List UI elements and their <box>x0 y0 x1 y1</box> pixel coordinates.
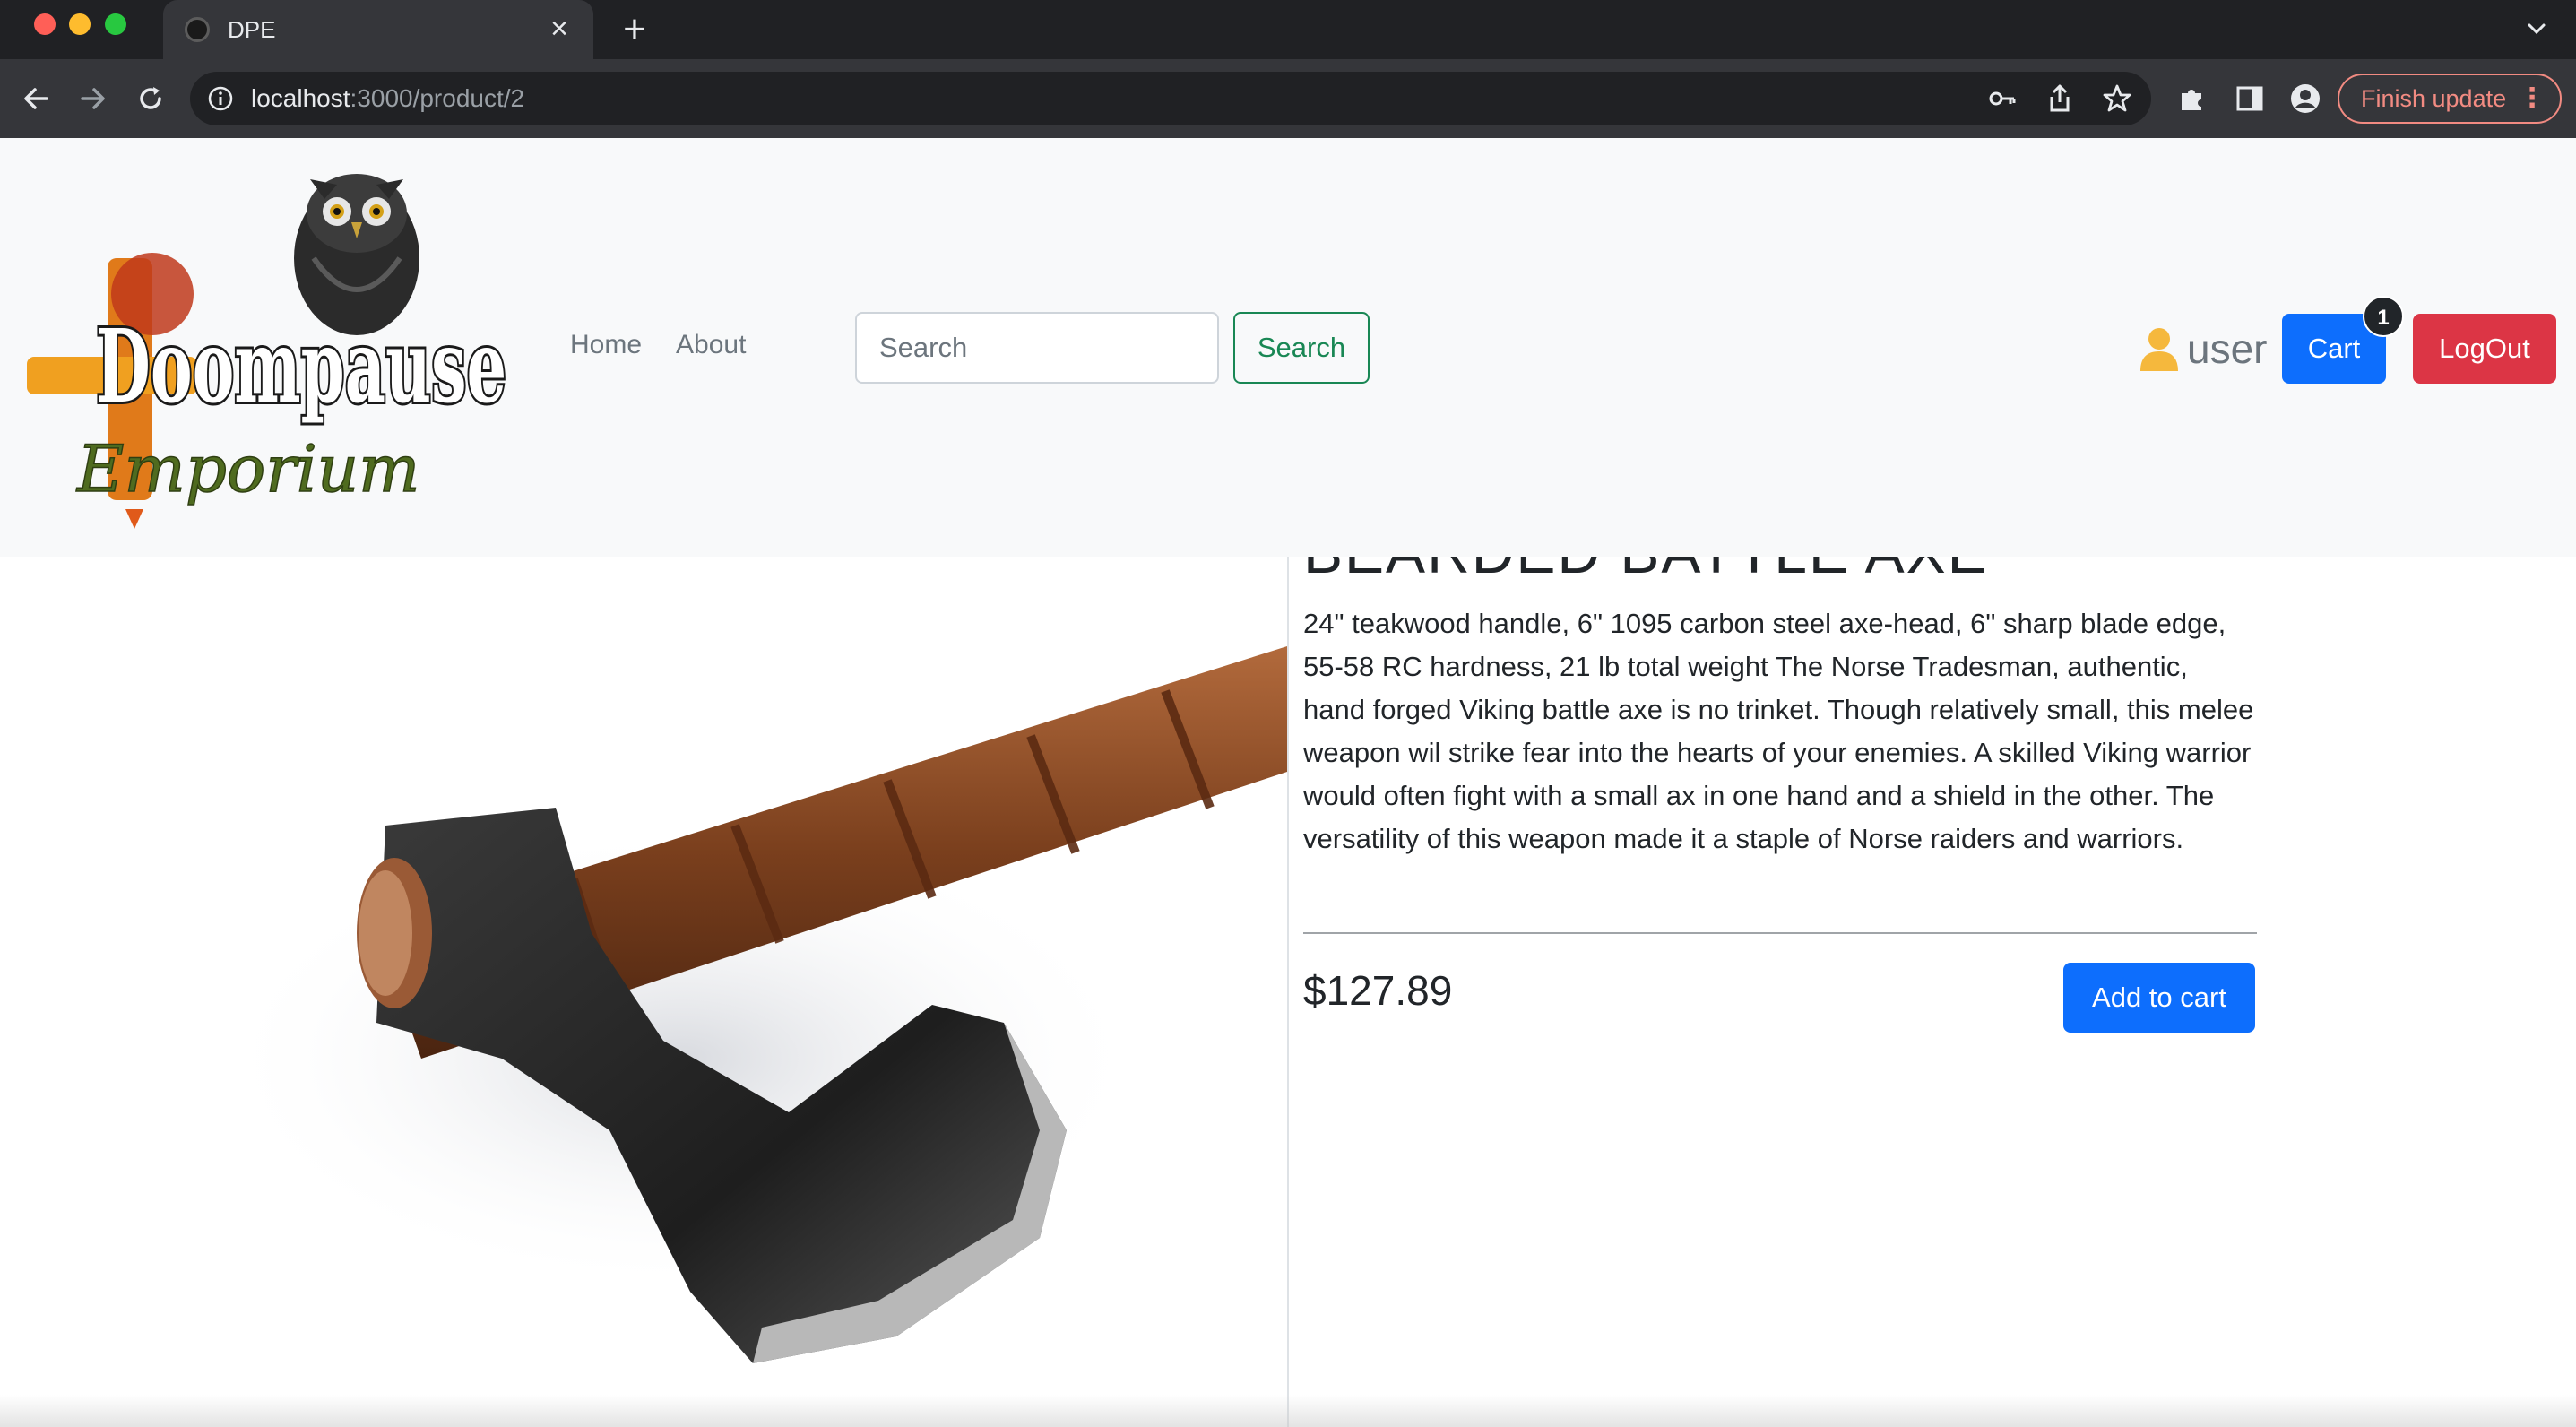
nav-link-about[interactable]: About <box>676 330 746 360</box>
product-description: 24" teakwood handle, 6" 1095 carbon stee… <box>1303 608 2254 854</box>
search-input[interactable] <box>855 312 1219 384</box>
puzzle-icon[interactable] <box>2173 79 2212 118</box>
browser-toolbar: localhost:3000/product/2 Finish update ⋮ <box>0 59 2576 138</box>
window-close-button[interactable] <box>34 13 56 35</box>
logout-button[interactable]: LogOut <box>2413 314 2556 384</box>
new-tab-icon[interactable]: + <box>613 8 656 51</box>
reload-icon[interactable] <box>131 79 170 118</box>
svg-text:Doompause: Doompause <box>96 307 506 426</box>
tab-close-icon[interactable]: × <box>541 11 577 47</box>
forward-arrow-icon[interactable] <box>73 79 113 118</box>
product-price: $127.89 <box>1303 967 1453 1014</box>
key-icon[interactable] <box>1986 82 2018 115</box>
url-text: localhost:3000/product/2 <box>251 84 525 112</box>
nav-link-home[interactable]: Home <box>570 330 642 360</box>
info-icon[interactable] <box>206 84 235 113</box>
user-name: user <box>2187 325 2268 372</box>
finish-update-button[interactable]: Finish update ⋮ <box>2338 74 2562 124</box>
window-minimize-button[interactable] <box>69 13 91 35</box>
star-icon[interactable] <box>2101 82 2133 115</box>
search-button[interactable]: Search <box>1233 312 1370 384</box>
divider <box>1303 932 2257 934</box>
favicon-icon <box>185 17 210 42</box>
browser-tab[interactable]: DPE × <box>163 0 593 59</box>
back-arrow-icon[interactable] <box>16 79 56 118</box>
site-navbar: Doompause Emporium Home About Search use… <box>0 138 2576 557</box>
bottom-shadow <box>0 1395 2576 1427</box>
address-bar[interactable]: localhost:3000/product/2 <box>190 72 2151 125</box>
user-icon <box>2140 328 2178 371</box>
tab-title: DPE <box>228 16 276 43</box>
svg-text:Emporium: Emporium <box>75 431 419 506</box>
window-zoom-button[interactable] <box>105 13 126 35</box>
menu-icon[interactable]: ⋮ <box>2519 75 2546 122</box>
cart-count-badge: 1 <box>2363 296 2404 337</box>
column-divider <box>1287 557 1289 1427</box>
add-to-cart-button[interactable]: Add to cart <box>2063 963 2255 1033</box>
side-panel-icon[interactable] <box>2230 79 2269 118</box>
profile-icon[interactable] <box>2286 79 2325 118</box>
chevron-down-icon[interactable] <box>2522 14 2551 43</box>
browser-tab-strip: DPE × + <box>0 0 2576 59</box>
product-image <box>0 557 1287 1427</box>
share-icon[interactable] <box>2044 82 2076 115</box>
site-logo[interactable]: Doompause Emporium <box>18 160 547 536</box>
user-menu[interactable]: user <box>2139 317 2267 380</box>
